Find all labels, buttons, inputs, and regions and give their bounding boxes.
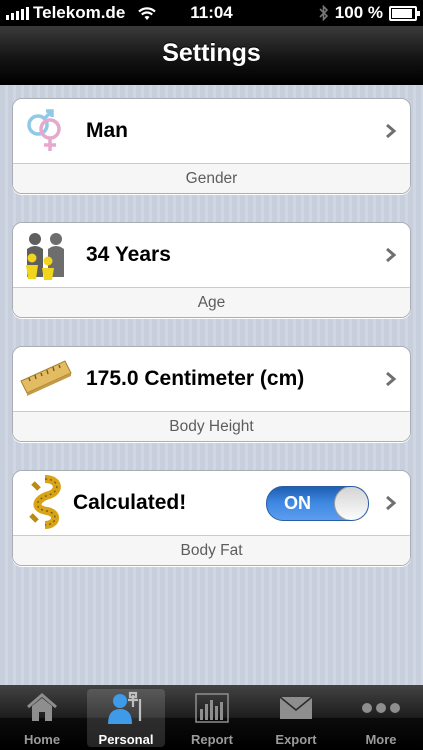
navigation-bar: Settings [0, 26, 423, 85]
gender-value: Man [86, 119, 128, 142]
tab-home[interactable]: Home [3, 689, 81, 747]
bluetooth-icon [319, 5, 328, 21]
age-label: Age [13, 287, 410, 317]
body-height-setting[interactable]: 175.0 Centimeter (cm) Body Height [12, 346, 411, 442]
age-value: 34 Years [86, 243, 171, 266]
status-right: 100 % [318, 3, 420, 23]
body-height-row[interactable]: 175.0 Centimeter (cm) [13, 347, 410, 411]
battery-icon [389, 5, 420, 21]
ellipsis-icon [342, 691, 420, 725]
gender-row[interactable]: Man [13, 99, 410, 163]
chevron-right-icon [386, 123, 397, 139]
gender-label: Gender [13, 163, 410, 193]
body-fat-label: Body Fat [13, 535, 410, 565]
person-tools-icon [87, 691, 165, 725]
body-fat-setting[interactable]: Calculated! ON Body Fat [12, 470, 411, 566]
tab-label-export: Export [275, 732, 317, 747]
tab-export[interactable]: Export [257, 689, 335, 747]
body-fat-toggle[interactable]: ON [266, 486, 369, 521]
age-row[interactable]: 34 Years [13, 223, 410, 287]
gender-symbol-icon [19, 103, 73, 157]
family-icon [19, 227, 73, 281]
tab-report[interactable]: Report [173, 689, 251, 747]
toggle-knob[interactable] [334, 487, 368, 520]
tab-label-report: Report [191, 732, 233, 747]
toggle-label: ON [284, 493, 311, 513]
envelope-icon [257, 691, 335, 725]
house-icon [3, 691, 81, 725]
body-fat-value: Calculated! [73, 491, 187, 514]
tab-more[interactable]: More [342, 689, 420, 747]
tab-personal[interactable]: Personal [87, 689, 165, 747]
tab-label-home: Home [23, 732, 61, 747]
age-setting[interactable]: 34 Years Age [12, 222, 411, 318]
page-title: Settings [162, 39, 261, 67]
body-height-label: Body Height [13, 411, 410, 441]
chevron-right-icon [386, 247, 397, 263]
body-height-value: 175.0 Centimeter (cm) [86, 367, 305, 390]
status-bar: Telekom.de 11:04 100 % [0, 0, 423, 26]
ruler-icon [19, 351, 73, 405]
settings-list: Man Gender 34 Years Age 175.0 Centimeter… [0, 85, 423, 685]
battery-label: 100 % [334, 3, 383, 22]
gender-setting[interactable]: Man Gender [12, 98, 411, 194]
bar-chart-icon [173, 691, 251, 725]
body-fat-row[interactable]: Calculated! ON [13, 471, 410, 535]
chevron-right-icon [386, 495, 397, 511]
tab-label-personal: Personal [98, 732, 154, 747]
chevron-right-icon [386, 371, 397, 387]
measuring-tape-icon [19, 475, 73, 529]
tab-label-more: More [365, 732, 397, 747]
tab-bar: Home Personal Report Export More [0, 685, 423, 750]
